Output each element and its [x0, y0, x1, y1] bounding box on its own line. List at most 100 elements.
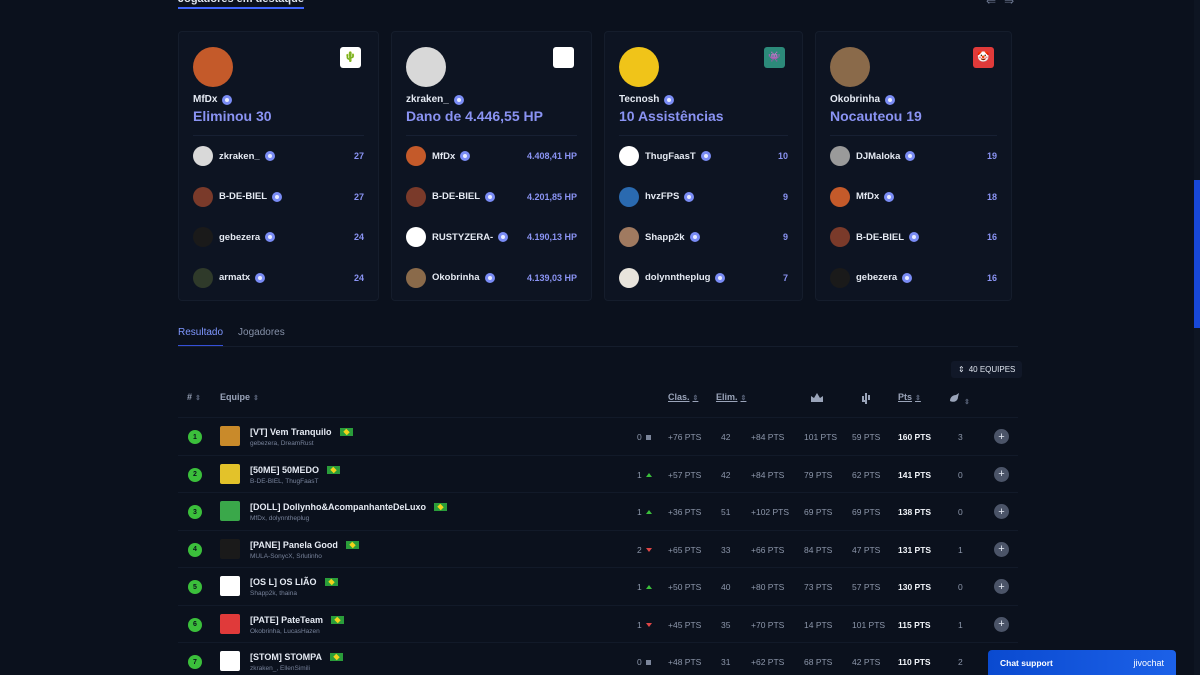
player-name: gebezera	[219, 231, 261, 243]
ranking-row[interactable]: Okobrinha 4.139,03 HP	[406, 258, 577, 299]
player-name: B-DE-BIEL	[856, 231, 905, 243]
crown-icon[interactable]	[810, 392, 824, 405]
verified-icon	[700, 151, 711, 162]
team-logo-icon: 👾	[764, 47, 785, 68]
ranking-row[interactable]: gebezera 16	[830, 258, 997, 299]
ranking-row[interactable]: B-DE-BIEL 4.201,85 HP	[406, 177, 577, 218]
table-row[interactable]: 7 [STOM] STOMPA zkraken_, EllenSimili 0 …	[178, 642, 1018, 675]
crown-points: 69 PTS	[804, 507, 833, 517]
team-name[interactable]: [OS L] OS LIÃO	[250, 577, 317, 587]
tab-jogadores[interactable]: Jogadores	[238, 327, 285, 347]
expand-button[interactable]: +	[994, 579, 1009, 594]
player-name: zkraken_	[219, 150, 260, 162]
team-players: gebezera, DreamRust	[250, 440, 314, 447]
avatar	[193, 186, 213, 207]
arrow-right-icon[interactable]: ⇒	[1004, 0, 1014, 8]
table-row[interactable]: 3 [DOLL] Dollynho&AcompanhanteDeLuxo MfD…	[178, 492, 1018, 530]
table-row[interactable]: 5 [OS L] OS LIÃO Shapp2k, thaina 1 +50 P…	[178, 567, 1018, 605]
col-elim[interactable]: Elim. ⇕	[716, 392, 746, 402]
verified-icon	[484, 272, 495, 283]
player-name: gebezera	[856, 272, 898, 284]
tabs: Resultado Jogadores	[178, 327, 285, 347]
leader-stat: Dano de 4.446,55 HP	[406, 108, 543, 124]
position-points: +45 PTS	[668, 619, 702, 630]
ranking-row[interactable]: gebezera 24	[193, 217, 364, 258]
avatar	[193, 227, 213, 248]
ranking-row[interactable]: ThugFaasT 10	[619, 136, 788, 177]
col-clas[interactable]: Clas. ⇕	[668, 392, 698, 402]
crown-points: 101 PTS	[804, 432, 838, 442]
ranking-row[interactable]: dolynntheplug 7	[619, 258, 788, 299]
expand-button[interactable]: +	[994, 504, 1009, 519]
expand-button[interactable]: +	[994, 466, 1009, 482]
team-name[interactable]: [PATE] PateTeam	[250, 615, 323, 625]
player-name: Okobrinha	[432, 272, 480, 284]
table-row[interactable]: 6 [PATE] PateTeam Okobrinha, LucasHazen …	[178, 604, 1018, 643]
ranking-row[interactable]: Shapp2k 9	[619, 217, 788, 258]
col-pts[interactable]: Pts ⇕	[898, 392, 921, 402]
position-change: 1	[637, 469, 642, 480]
tab-resultado[interactable]: Resultado	[178, 327, 224, 347]
chicken-icon[interactable]: ⇕	[948, 392, 970, 406]
crown-points: 68 PTS	[804, 657, 833, 667]
ranking-row[interactable]: armatx 24	[193, 258, 364, 299]
position-badge: 3	[188, 505, 202, 519]
leader-name: Okobrinha	[830, 94, 881, 105]
expand-button[interactable]: +	[994, 429, 1009, 444]
verified-icon	[684, 191, 695, 202]
teams-count-button[interactable]: ⇕ 40 EQUIPES	[951, 361, 1023, 378]
avatar	[830, 227, 850, 248]
crown-points: 14 PTS	[804, 619, 833, 630]
team-name[interactable]: [VT] Vem Tranquilo	[250, 427, 332, 437]
team-players: MULA-SonycX, Srlutinho	[250, 552, 322, 560]
col-num[interactable]: # ⇕	[187, 392, 201, 402]
ranking-value: 7	[782, 272, 788, 283]
table-row[interactable]: 1 [VT] Vem Tranquilo gebezera, DreamRust…	[178, 417, 1018, 455]
expand-button[interactable]: +	[994, 616, 1009, 632]
player-name: MfDx	[432, 150, 456, 162]
leader-avatar	[406, 47, 446, 87]
team-name[interactable]: [PANE] Panela Good	[250, 540, 338, 550]
verified-icon	[272, 191, 283, 202]
cactus-icon[interactable]	[860, 392, 872, 407]
team-name[interactable]: [DOLL] Dollynho&AcompanhanteDeLuxo	[250, 502, 426, 512]
eliminations: 42	[721, 432, 731, 442]
ranking-value: 27	[353, 191, 364, 202]
ranking-row[interactable]: hvzFPS 9	[619, 177, 788, 218]
table-row[interactable]: 4 [PANE] Panela Good MULA-SonycX, Srluti…	[178, 529, 1018, 568]
expand-button[interactable]: +	[994, 541, 1009, 557]
chat-support-widget[interactable]: Chat support jivochat	[988, 650, 1176, 675]
team-name[interactable]: [50ME] 50MEDO	[250, 465, 319, 475]
brazil-flag-icon	[339, 428, 353, 436]
ranking-row[interactable]: DJMaloka 19	[830, 136, 997, 177]
brazil-flag-icon	[345, 540, 359, 549]
ranking-row[interactable]: B-DE-BIEL 27	[193, 177, 364, 218]
ranking-row[interactable]: MfDx 18	[830, 177, 997, 218]
scrollbar[interactable]	[1194, 0, 1200, 675]
avatar	[619, 227, 639, 248]
player-name: DJMaloka	[856, 150, 901, 162]
trend-down-icon	[645, 622, 652, 627]
leader-stat: 10 Assistências	[619, 108, 724, 124]
scrollbar-thumb[interactable]	[1194, 180, 1200, 328]
position-points: +48 PTS	[668, 657, 702, 667]
avatar	[406, 146, 426, 167]
team-name[interactable]: [STOM] STOMPA	[250, 652, 322, 662]
ranking-row[interactable]: B-DE-BIEL 16	[830, 217, 997, 258]
arrow-left-icon[interactable]: ⇐	[986, 0, 996, 8]
position-badge: 1	[188, 430, 202, 444]
ranking-row[interactable]: RUSTYZERA- 4.190,13 HP	[406, 217, 577, 258]
position-change: 1	[637, 582, 642, 592]
position-points: +57 PTS	[668, 469, 702, 480]
cactus-points: 62 PTS	[852, 469, 881, 480]
verified-icon	[222, 94, 233, 105]
col-team[interactable]: Equipe ⇕	[220, 392, 259, 402]
brazil-flag-icon	[434, 503, 447, 511]
ranking-row[interactable]: zkraken_ 27	[193, 136, 364, 177]
cactus-points: 59 PTS	[852, 432, 881, 442]
ranking-value: 27	[353, 151, 364, 162]
total-points: 110 PTS	[898, 657, 931, 667]
ranking-row[interactable]: MfDx 4.408,41 HP	[406, 136, 577, 177]
table-row[interactable]: 2 [50ME] 50MEDO B-DE-BIEL, ThugFaasT 1 +…	[178, 454, 1018, 493]
trend-up-icon	[645, 510, 652, 514]
